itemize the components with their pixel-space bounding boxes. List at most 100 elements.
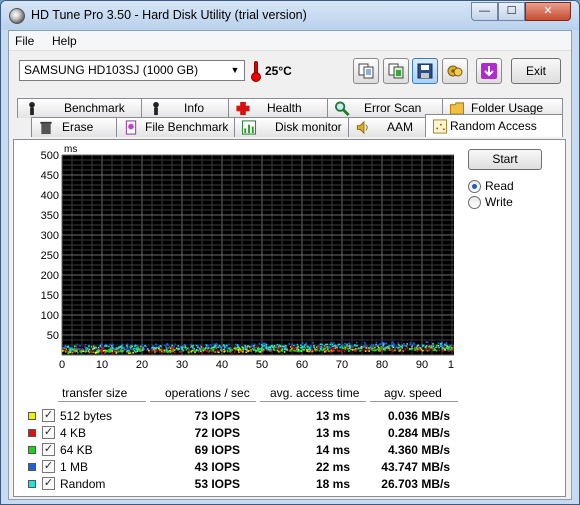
data-point [119, 350, 122, 353]
speed-cell: 0.284 MB/s [387, 426, 450, 440]
window-title: HD Tune Pro 3.50 - Hard Disk Utility (tr… [31, 8, 307, 22]
tab-random-access[interactable]: Random Access [425, 114, 563, 137]
save-button[interactable] [412, 58, 438, 84]
data-point [337, 345, 339, 347]
data-point [417, 348, 419, 351]
data-point [132, 351, 135, 354]
data-point [432, 342, 434, 345]
data-point [116, 347, 118, 350]
data-point [378, 346, 380, 349]
data-point [192, 344, 195, 347]
start-button[interactable]: Start [468, 149, 542, 170]
minimize-button[interactable]: — [471, 2, 498, 21]
data-point [90, 345, 93, 348]
data-point [449, 348, 452, 351]
data-point [256, 347, 259, 350]
data-point [160, 347, 163, 350]
tab-file-benchmark[interactable]: File Benchmark [116, 117, 235, 137]
data-point [82, 350, 84, 353]
data-point [382, 343, 385, 345]
header-access-time: avg. access time [270, 386, 360, 400]
radio-selected-icon[interactable] [468, 180, 481, 193]
speed-cell: 43.747 MB/s [381, 460, 450, 474]
data-point [338, 350, 340, 352]
data-point [228, 347, 230, 350]
series-checkbox[interactable]: ✓ [42, 477, 55, 490]
series-checkbox[interactable]: ✓ [42, 443, 55, 456]
data-point [100, 346, 102, 349]
data-point [69, 349, 72, 352]
data-point [173, 345, 176, 348]
chevron-down-icon[interactable]: ▼ [228, 63, 242, 78]
data-point [437, 342, 440, 344]
y-axis-label: ms [64, 144, 77, 155]
series-checkbox[interactable]: ✓ [42, 460, 55, 473]
data-point [206, 350, 208, 352]
close-button[interactable]: ✕ [525, 2, 571, 21]
random-access-panel: 50 100 150 200 250 300 350 400 450 500 ms 0 10 20 30 40… [13, 139, 566, 497]
series-checkbox[interactable]: ✓ [42, 426, 55, 439]
y-tick-label: 400 [41, 190, 59, 202]
y-tick-label: 250 [41, 250, 59, 262]
data-point [375, 341, 378, 344]
data-point [417, 346, 420, 349]
data-point [62, 350, 64, 352]
data-point [187, 351, 190, 353]
data-point [173, 351, 176, 354]
data-point [428, 345, 431, 348]
series-checkbox[interactable]: ✓ [42, 409, 55, 422]
data-point [435, 346, 437, 349]
tab-aam[interactable]: AAM [348, 117, 426, 137]
exit-button[interactable]: Exit [511, 58, 561, 84]
data-point [267, 348, 270, 351]
data-point [207, 345, 210, 347]
data-point [279, 350, 281, 353]
title-bar[interactable]: HD Tune Pro 3.50 - Hard Disk Utility (tr… [1, 1, 579, 30]
data-point [338, 343, 341, 346]
tab-info[interactable]: Info [141, 98, 229, 118]
data-point [167, 347, 170, 349]
iops-cell: 72 IOPS [194, 426, 240, 440]
tab-disk-monitor[interactable]: Disk monitor [234, 117, 349, 137]
data-point [136, 348, 138, 351]
data-point [382, 341, 385, 344]
radio-empty-icon[interactable] [468, 196, 481, 209]
data-point [350, 348, 352, 351]
data-point [233, 351, 236, 353]
data-point [164, 344, 166, 347]
copy-text-button[interactable] [353, 58, 379, 84]
data-point [332, 350, 335, 353]
drive-select[interactable]: SAMSUNG HD103SJ (1000 GB) ▼ [19, 60, 245, 81]
menu-file[interactable]: File [15, 34, 34, 48]
tab-health[interactable]: Health [228, 98, 328, 118]
data-point [172, 348, 175, 351]
data-point [379, 350, 381, 352]
data-point [292, 347, 294, 349]
data-point [141, 344, 143, 346]
header-divider [260, 401, 366, 402]
x-tick-label: 30 [176, 359, 188, 371]
copy-screenshot-button[interactable] [383, 58, 409, 84]
tab-erase[interactable]: Erase [31, 117, 117, 137]
data-point [356, 341, 358, 344]
data-point [100, 350, 102, 353]
tab-benchmark[interactable]: Benchmark [17, 98, 142, 118]
data-point [111, 347, 114, 350]
data-point [368, 347, 370, 349]
options-button[interactable] [442, 58, 468, 84]
download-button[interactable] [476, 58, 502, 84]
maximize-button[interactable]: ☐ [498, 2, 525, 21]
data-point [102, 347, 105, 349]
menu-help[interactable]: Help [52, 34, 77, 48]
data-point [148, 351, 151, 353]
data-point [281, 348, 284, 351]
speed-cell: 0.036 MB/s [387, 409, 450, 423]
data-point [301, 349, 304, 352]
data-point [199, 347, 201, 350]
data-point [145, 345, 148, 348]
data-point [331, 345, 334, 348]
data-point [152, 349, 155, 352]
data-point [333, 342, 335, 344]
table-row: ✓ 64 KB 69 IOPS 14 ms 4.360 MB/s [28, 442, 458, 459]
y-tick-label: 350 [41, 210, 59, 222]
